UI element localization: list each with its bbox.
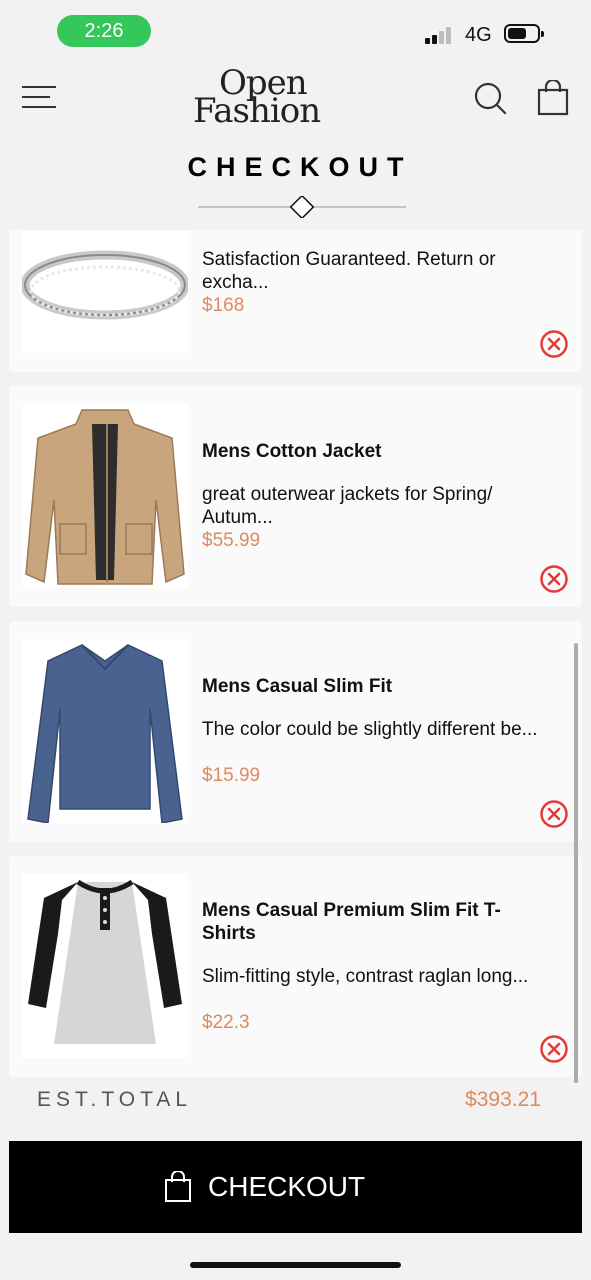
scrollbar[interactable]: [574, 643, 578, 1083]
raglan-shirt-image: [22, 874, 188, 1058]
status-time: 2:26: [57, 15, 151, 47]
est-total-value: $393.21: [465, 1088, 541, 1111]
product-image-shirt: [22, 639, 188, 823]
jacket-image: [22, 404, 188, 588]
menu-icon[interactable]: [22, 84, 56, 110]
est-total-label: EST.TOTAL: [37, 1088, 193, 1111]
home-indicator[interactable]: [190, 1262, 401, 1268]
shopping-bag-icon: [165, 1171, 191, 1202]
remove-item-icon[interactable]: [539, 799, 569, 829]
product-image-ring: [22, 230, 188, 353]
product-image-jacket: [22, 404, 188, 588]
item-description: Slim-fitting style, contrast raglan long…: [202, 966, 529, 987]
battery-icon: [504, 24, 544, 43]
logo-line2: Fashion: [193, 91, 321, 131]
remove-item-icon[interactable]: [539, 564, 569, 594]
item-price: $55.99: [202, 530, 261, 551]
logo: Open Fashion: [193, 66, 338, 132]
item-price: $22.3: [202, 1012, 250, 1033]
item-price: $15.99: [202, 765, 261, 786]
signal-icon: [425, 24, 457, 44]
checkout-button-label: CHECKOUT: [208, 1171, 366, 1202]
checkout-button[interactable]: CHECKOUT: [9, 1141, 582, 1233]
item-description: great outerwear jackets for Spring/ Autu…: [202, 484, 493, 528]
title-divider: [198, 196, 406, 218]
shopping-bag-icon[interactable]: [537, 80, 569, 116]
item-name: Mens Cotton Jacket: [202, 441, 382, 462]
cart-item-premium-tshirt: Mens Casual Premium Slim Fit T-Shirts Sl…: [9, 856, 582, 1077]
page-title: CHECKOUT: [187, 152, 413, 182]
cart-item-list[interactable]: Satisfaction Guaranteed. Return or excha…: [0, 230, 591, 1078]
search-icon[interactable]: [472, 80, 508, 116]
remove-item-icon[interactable]: [539, 329, 569, 359]
cart-item-ring: Satisfaction Guaranteed. Return or excha…: [9, 230, 582, 372]
status-bar: 2:26 4G: [0, 0, 591, 62]
ring-image: [22, 230, 188, 353]
blue-shirt-image: [22, 639, 188, 823]
product-image-tshirt: [22, 874, 188, 1058]
item-description: Satisfaction Guaranteed. Return or excha…: [202, 249, 496, 293]
cart-item-jacket: Mens Cotton Jacket great outerwear jacke…: [9, 386, 582, 607]
item-name: Mens Casual Premium Slim Fit T-Shirts: [202, 900, 501, 944]
item-name: Mens Casual Slim Fit: [202, 676, 393, 697]
remove-item-icon[interactable]: [539, 1034, 569, 1064]
network-type: 4G: [465, 24, 492, 46]
cart-item-slim-fit: Mens Casual Slim Fit The color could be …: [9, 621, 582, 842]
item-price: $168: [202, 295, 245, 316]
item-description: The color could be slightly different be…: [202, 719, 538, 740]
